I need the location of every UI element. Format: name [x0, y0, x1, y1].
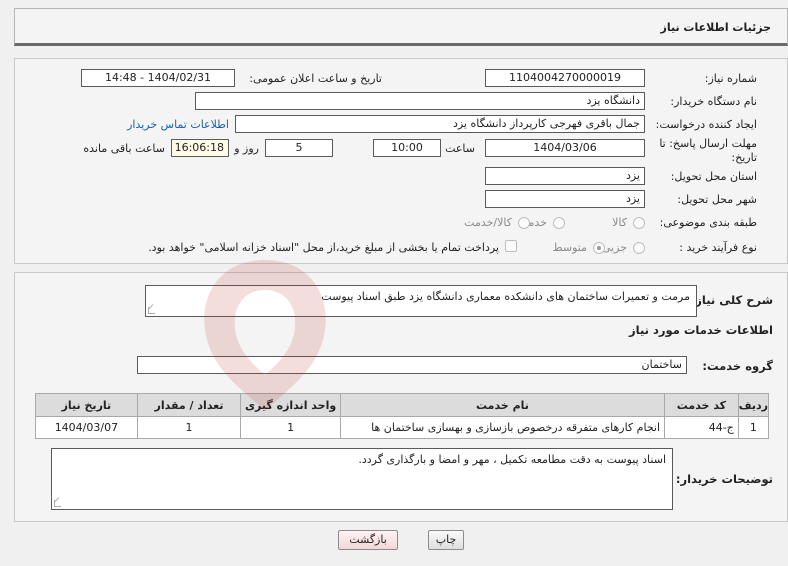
- buyer-notes-text: اسناد پیوست به دقت مطامعه تکمیل ، مهر و …: [358, 453, 666, 466]
- table-header-row: ردیف کد خدمت نام خدمت واحد اندازه گیری ت…: [35, 393, 770, 417]
- days-field[interactable]: 5: [265, 139, 333, 157]
- buyer-notes-textarea[interactable]: اسناد پیوست به دقت مطامعه تکمیل ، مهر و …: [51, 448, 673, 510]
- col-date-header: تاریخ نیاز: [35, 393, 138, 417]
- resize-grip-icon[interactable]: [148, 307, 155, 314]
- page-header: جزئیات اطلاعات نیاز: [14, 8, 788, 46]
- col-code-header: کد خدمت: [664, 393, 739, 417]
- process-radio-medium[interactable]: [593, 242, 605, 254]
- creator-label: ایجاد کننده درخواست:: [655, 118, 757, 131]
- print-button[interactable]: چاپ: [428, 530, 464, 550]
- deadline-label-date: تاریخ:: [731, 151, 757, 164]
- table-row: 1 ج-44 انجام کارهای متفرقه درخصوص بازساز…: [35, 416, 770, 439]
- service-group-field[interactable]: ساختمان: [137, 356, 687, 374]
- city-field[interactable]: یزد: [485, 190, 645, 208]
- category-radio-service[interactable]: [553, 217, 565, 229]
- remaining-time-field[interactable]: 16:06:18: [171, 139, 229, 157]
- deadline-time-field[interactable]: 10:00: [373, 139, 441, 157]
- buyer-contact-link[interactable]: اطلاعات تماس خریدار: [127, 118, 229, 131]
- province-label: استان محل تحویل:: [670, 170, 757, 183]
- city-label: شهر محل تحویل:: [677, 193, 757, 206]
- cell-unit: 1: [240, 416, 341, 439]
- treasury-checkbox[interactable]: [505, 240, 517, 252]
- summary-textarea[interactable]: مرمت و تعمیرات ساختمان های دانشکده معمار…: [145, 285, 697, 317]
- payment-note: پرداخت تمام یا بخشی از مبلغ خرید،از محل …: [148, 241, 499, 254]
- process-option-medium: متوسط: [552, 241, 587, 254]
- cell-date: 1404/03/07: [35, 416, 138, 439]
- col-unit-header: واحد اندازه گیری: [240, 393, 341, 417]
- province-field[interactable]: یزد: [485, 167, 645, 185]
- days-label: روز و: [234, 142, 259, 155]
- deadline-date-field[interactable]: 1404/03/06: [485, 139, 645, 157]
- details-section: شرح کلی نیاز: مرمت و تعمیرات ساختمان های…: [14, 272, 788, 522]
- service-group-label: گروه خدمت:: [702, 359, 773, 373]
- category-radio-goods[interactable]: [633, 217, 645, 229]
- category-option-goods-service: کالا/خدمت: [464, 216, 512, 229]
- process-option-minor: جزیی: [601, 241, 627, 254]
- process-radio-minor[interactable]: [633, 242, 645, 254]
- deadline-time-label: ساعت: [445, 142, 475, 155]
- cell-row: 1: [737, 416, 770, 439]
- remaining-label: ساعت باقی مانده: [83, 142, 165, 155]
- col-qty-header: تعداد / مقدار: [136, 393, 242, 417]
- announce-label: تاریخ و ساعت اعلان عمومی:: [249, 72, 382, 85]
- services-table: ردیف کد خدمت نام خدمت واحد اندازه گیری ت…: [35, 393, 770, 439]
- buyer-org-label: نام دستگاه خریدار:: [670, 95, 757, 108]
- summary-text: مرمت و تعمیرات ساختمان های دانشکده معمار…: [321, 290, 690, 303]
- need-number-label: شماره نیاز:: [704, 72, 757, 85]
- category-label: طبقه بندی موضوعی:: [659, 216, 757, 229]
- col-row-header: ردیف: [737, 393, 770, 417]
- buyer-notes-label: توضیحات خریدار:: [675, 472, 773, 486]
- deadline-label: مهلت ارسال پاسخ: تا: [659, 137, 757, 150]
- cell-qty: 1: [136, 416, 242, 439]
- summary-label: شرح کلی نیاز:: [690, 293, 773, 307]
- cell-code: ج-44: [664, 416, 739, 439]
- resize-grip-icon[interactable]: [54, 500, 61, 507]
- category-radio-goods-service[interactable]: [518, 217, 530, 229]
- category-option-goods: کالا: [612, 216, 627, 229]
- need-info-section: شماره نیاز: 1104004270000019 تاریخ و ساع…: [14, 58, 788, 264]
- need-number-field[interactable]: 1104004270000019: [485, 69, 645, 87]
- services-title: اطلاعات خدمات مورد نیاز: [629, 323, 773, 337]
- cell-name: انجام کارهای متفرقه درخصوص بازسازی و بهس…: [339, 416, 666, 439]
- announce-field[interactable]: 1404/02/31 - 14:48: [81, 69, 235, 87]
- creator-field[interactable]: جمال باقری فهرجی کارپرداز دانشگاه یزد: [235, 115, 645, 133]
- page-title: جزئیات اطلاعات نیاز: [660, 21, 772, 34]
- buyer-org-field[interactable]: دانشگاه یزد: [195, 92, 645, 110]
- back-button[interactable]: بازگشت: [338, 530, 398, 550]
- process-label: نوع فرآیند خرید :: [679, 241, 757, 254]
- col-name-header: نام خدمت: [339, 393, 666, 417]
